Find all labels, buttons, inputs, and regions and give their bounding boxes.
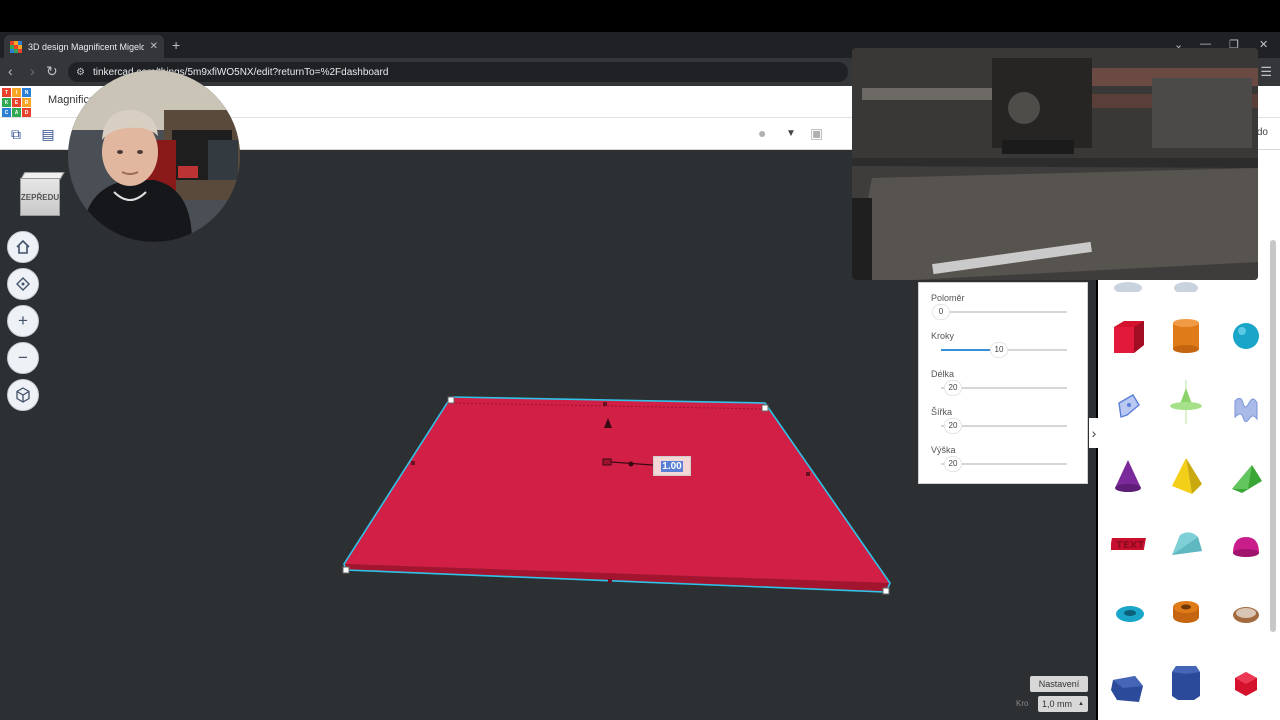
hexagon-prism-icon: [1111, 676, 1143, 702]
browser-menu-icon[interactable]: ☰: [1260, 64, 1272, 80]
dimension-value[interactable]: 1.00: [661, 460, 683, 472]
prop-label: Poloměr: [931, 293, 965, 303]
prop-width: Šířka 20: [931, 407, 1079, 433]
edge-handle[interactable]: [608, 579, 612, 583]
shape-cylinder[interactable]: [1166, 316, 1206, 356]
shape-hexagon-prism[interactable]: [1108, 668, 1148, 708]
shapes-scrollbar[interactable]: [1270, 240, 1276, 632]
tinkercad-favicon-icon: [10, 40, 22, 53]
prop-value-input[interactable]: 10: [991, 343, 1007, 357]
prop-value-input[interactable]: 0: [933, 305, 949, 319]
corner-handle[interactable]: [761, 404, 769, 412]
half-cylinder-icon: [1172, 532, 1202, 555]
window-close-icon[interactable]: ✕: [1259, 38, 1268, 51]
paste-icon[interactable]: ▤: [39, 125, 57, 143]
dimension-point: [628, 461, 634, 467]
slider-track[interactable]: [941, 311, 1067, 313]
prop-label: Šířka: [931, 407, 953, 417]
prop-label: Kroky: [931, 331, 955, 341]
snap-grid-select[interactable]: 1,0 mm ▲: [1038, 696, 1088, 712]
back-icon[interactable]: ‹: [8, 64, 13, 78]
cylinder-icon: [1173, 319, 1199, 353]
corner-handle[interactable]: [882, 587, 890, 595]
tab-title: 3D design Magnificent Migelo-K: [28, 41, 144, 52]
tinkercad-logo[interactable]: TIN KER CAD: [2, 88, 31, 117]
sphere-icon: [1233, 323, 1259, 349]
shape-hexagon-tall[interactable]: [1166, 662, 1206, 702]
hexagon-tall-icon: [1172, 666, 1200, 700]
shape-pyramid[interactable]: [1166, 456, 1206, 496]
screen: 3D design Magnificent Migelo-K ✕ + ⌄ — ❐…: [0, 0, 1280, 720]
shape-half-cylinder[interactable]: [1166, 524, 1206, 564]
roof-star-icon: [1170, 380, 1202, 424]
plate-top[interactable]: [344, 397, 890, 583]
webcam-overlay: [68, 70, 240, 242]
top-strip: [0, 0, 1280, 32]
chevron-down-icon[interactable]: ▼: [786, 128, 796, 139]
align-icon[interactable]: ▣: [810, 125, 823, 142]
dimension-handle[interactable]: [602, 458, 612, 466]
shape-tube[interactable]: [1166, 592, 1206, 632]
tab-close-icon[interactable]: ✕: [150, 41, 158, 52]
tube-icon: [1173, 601, 1199, 623]
prop-length: Délka 20: [931, 369, 1079, 395]
shape-inspector: Poloměr 0 Kroky 10 Délka 20 Šířka 20 Výš…: [918, 282, 1088, 484]
shape-text[interactable]: TEXT: [1110, 524, 1150, 564]
wedge-icon: [1232, 465, 1262, 493]
prop-value-input[interactable]: 20: [945, 419, 961, 433]
toolbar-right-text[interactable]: do: [1257, 127, 1268, 138]
shape-box[interactable]: [1108, 316, 1148, 356]
light-bulb-icon[interactable]: ●: [758, 125, 766, 141]
shape-half-sphere[interactable]: [1226, 526, 1266, 566]
settings-button[interactable]: Nastavení: [1030, 676, 1088, 692]
edge-handle[interactable]: [411, 461, 415, 465]
shape-roof-star[interactable]: [1166, 380, 1206, 424]
half-sphere-icon: [1233, 537, 1259, 557]
shape-scribble[interactable]: [1108, 386, 1148, 426]
new-tab-button[interactable]: +: [172, 37, 180, 53]
printer-camera-image: [852, 48, 1258, 280]
prop-steps: Kroky 10: [931, 331, 1079, 357]
up-down-icon: ▲: [1078, 701, 1084, 707]
corner-handle[interactable]: [447, 396, 455, 404]
prop-label: Výška: [931, 445, 956, 455]
browser-tab-active[interactable]: 3D design Magnificent Migelo-K ✕: [4, 35, 164, 58]
dimension-input[interactable]: 1.00: [653, 456, 691, 476]
ring-icon: [1233, 607, 1259, 623]
forward-icon[interactable]: ›: [30, 64, 35, 78]
scribble-icon: [1118, 394, 1140, 418]
reload-icon[interactable]: ↻: [46, 64, 58, 78]
slider-fill: [941, 349, 993, 351]
shape-polyhedron[interactable]: [1226, 664, 1266, 704]
prop-value-input[interactable]: 20: [945, 381, 961, 395]
box-icon: [1114, 321, 1144, 353]
cone-icon: [1115, 460, 1141, 492]
text-block-icon: [1234, 397, 1258, 423]
polyhedron-icon: [1235, 672, 1257, 696]
shape-text-block[interactable]: [1226, 388, 1266, 428]
webcam-person-image: [68, 70, 240, 242]
shape-cone[interactable]: [1108, 456, 1148, 496]
edge-handle[interactable]: [806, 472, 810, 476]
prop-radius: Poloměr 0: [931, 293, 1079, 319]
prop-height: Výška 20: [931, 445, 1079, 471]
svg-text:TEXT: TEXT: [1116, 540, 1144, 551]
torus-icon: [1116, 606, 1144, 622]
snap-grid-label: Kro: [1016, 699, 1029, 708]
corner-handle[interactable]: [342, 566, 350, 574]
printer-camera-overlay: [852, 48, 1258, 280]
shape-sphere[interactable]: [1226, 316, 1266, 356]
copy-icon[interactable]: ⧉: [7, 125, 25, 143]
snap-grid-value: 1,0 mm: [1042, 699, 1073, 709]
prop-value-input[interactable]: 20: [945, 457, 961, 471]
site-info-icon[interactable]: ⚙: [76, 67, 85, 78]
pyramid-icon: [1172, 458, 1202, 494]
edge-handle[interactable]: [603, 402, 607, 406]
shape-ring[interactable]: [1226, 594, 1266, 634]
shape-wedge[interactable]: [1226, 458, 1266, 498]
prop-label: Délka: [931, 369, 955, 379]
text-3d-icon: TEXT: [1111, 538, 1146, 551]
shape-torus[interactable]: [1110, 594, 1150, 634]
